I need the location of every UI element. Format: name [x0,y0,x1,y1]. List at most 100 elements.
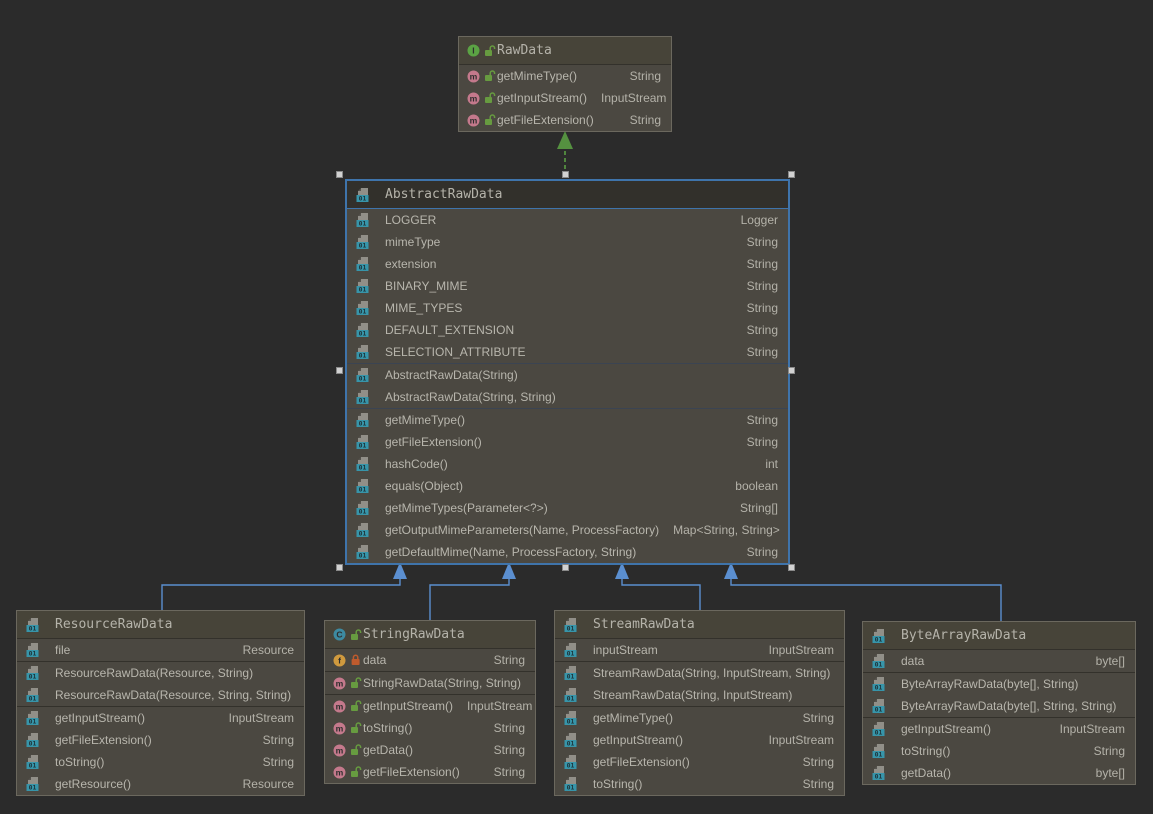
selection-handle[interactable] [562,171,569,178]
member-row[interactable]: mgetInputStream()InputStream [459,87,671,109]
member-row[interactable]: mgetFileExtension()String [325,761,535,783]
binary-member-icon: 01 [355,234,371,250]
member-type: String [616,113,661,127]
member-row[interactable]: 01getInputStream()InputStream [17,707,304,729]
class-title-bar[interactable]: IRawData [459,37,671,64]
member-row[interactable]: 01hashCode()int [347,453,788,475]
member-row[interactable]: 01toString()String [863,740,1135,762]
member-row[interactable]: 01BINARY_MIMEString [347,275,788,297]
member-row[interactable]: 01getOutputMimeParameters(Name, ProcessF… [347,519,788,541]
svg-text:01: 01 [359,286,367,294]
member-type: Resource [229,777,294,791]
member-row[interactable]: 01ResourceRawData(Resource, String) [17,662,304,684]
class-title-bar[interactable]: 01ByteArrayRawData [863,622,1135,649]
member-name: ResourceRawData(Resource, String) [55,666,253,680]
selection-handle[interactable] [788,564,795,571]
member-type: InputStream [453,699,532,713]
class-title-bar[interactable]: 01StreamRawData [555,611,844,638]
member-row[interactable]: 01getInputStream()InputStream [555,729,844,751]
public-lock-icon [350,700,362,712]
selection-handle[interactable] [788,171,795,178]
member-row[interactable]: 01AbstractRawData(String, String) [347,386,788,408]
class-node-rawdata[interactable]: IRawDatamgetMimeType()StringmgetInputStr… [458,36,672,132]
member-row[interactable]: mStringRawData(String, String) [325,672,535,694]
member-row[interactable]: 01AbstractRawData(String) [347,364,788,386]
member-type: String [480,721,525,735]
member-row[interactable]: mgetData()String [325,739,535,761]
member-row[interactable]: 01getFileExtension()String [347,431,788,453]
member-row[interactable]: 01fileResource [17,639,304,661]
selection-handle[interactable] [336,171,343,178]
member-row[interactable]: 01MIME_TYPESString [347,297,788,319]
member-name: mimeType [385,235,440,249]
member-type: String [733,279,778,293]
member-row[interactable]: 01getMimeType()String [555,707,844,729]
member-name: getDefaultMime(Name, ProcessFactory, Str… [385,545,636,559]
class-title-bar[interactable]: CStringRawData [325,621,535,648]
class-title-bar[interactable]: 01ResourceRawData [17,611,304,638]
member-row[interactable]: 01getMimeTypes(Parameter<?>)String[] [347,497,788,519]
diagram-canvas[interactable]: IRawDatamgetMimeType()StringmgetInputStr… [0,0,1153,814]
binary-member-icon: 01 [25,687,41,703]
member-row[interactable]: 01getData()byte[] [863,762,1135,784]
class-node-resourcerawdata[interactable]: 01ResourceRawData01fileResource01Resourc… [16,610,305,796]
binary-member-icon: 01 [563,732,579,748]
member-row[interactable]: 01equals(Object)boolean [347,475,788,497]
svg-text:01: 01 [567,784,575,792]
member-row[interactable]: 01getFileExtension()String [17,729,304,751]
class-title-bar[interactable]: 01AbstractRawData [347,181,788,208]
field-icon: f [333,654,346,667]
svg-text:01: 01 [875,635,883,643]
member-row[interactable]: 01ByteArrayRawData(byte[], String, Strin… [863,695,1135,717]
member-row[interactable]: mtoString()String [325,717,535,739]
member-row[interactable]: 01inputStreamInputStream [555,639,844,661]
selection-handle[interactable] [336,564,343,571]
member-row[interactable]: 01databyte[] [863,650,1135,672]
member-row[interactable]: 01toString()String [17,751,304,773]
member-row[interactable]: 01getInputStream()InputStream [863,718,1135,740]
member-name: equals(Object) [385,479,463,493]
member-row[interactable]: 01getFileExtension()String [555,751,844,773]
binary-member-icon: 01 [25,776,41,792]
extends-edge[interactable] [430,578,509,620]
member-row[interactable]: 01SELECTION_ATTRIBUTEString [347,341,788,363]
member-row[interactable]: 01LOGGERLogger [347,209,788,231]
class-node-abstractrawdata[interactable]: 01AbstractRawData01LOGGERLogger 01 mimeTyp… [345,179,790,565]
svg-text:m: m [470,71,478,81]
member-row[interactable]: 01StreamRawData(String, InputStream, Str… [555,662,844,684]
member-type: String [733,545,778,559]
binary-member-icon: 01 [871,721,887,737]
member-row[interactable]: 01ResourceRawData(Resource, String, Stri… [17,684,304,706]
member-row[interactable]: 01getMimeType()String [347,409,788,431]
member-row[interactable]: 01DEFAULT_EXTENSIONString [347,319,788,341]
member-type: Logger [727,213,778,227]
selection-handle[interactable] [788,367,795,374]
selection-handle[interactable] [562,564,569,571]
extends-edge[interactable] [162,578,400,610]
member-row[interactable]: mgetFileExtension()String [459,109,671,131]
class-node-streamrawdata[interactable]: 01StreamRawData01inputStreamInputStream0… [554,610,845,796]
member-row[interactable]: mgetMimeType()String [459,65,671,87]
member-row[interactable]: 01getDefaultMime(Name, ProcessFactory, S… [347,541,788,563]
member-row[interactable]: 01StreamRawData(String, InputStream) [555,684,844,706]
public-lock-icon [484,70,496,82]
member-type: boolean [721,479,778,493]
member-row[interactable]: 01mimeTypeString [347,231,788,253]
member-name: getInputStream() [901,722,991,736]
binary-member-icon: 01 [871,676,887,692]
member-row[interactable]: 01toString()String [555,773,844,795]
class-node-bytearrayrawdata[interactable]: 01ByteArrayRawData01databyte[]01ByteArra… [862,621,1136,785]
class-node-stringrawdata[interactable]: CStringRawDatafdataStringmStringRawData(… [324,620,536,784]
svg-text:01: 01 [359,194,367,202]
member-row[interactable]: 01getResource()Resource [17,773,304,795]
binary-member-icon: 01 [563,754,579,770]
member-row[interactable]: fdataString [325,649,535,671]
svg-text:01: 01 [359,352,367,360]
member-name: getOutputMimeParameters(Name, ProcessFac… [385,523,659,537]
member-row[interactable]: mgetInputStream()InputStream [325,695,535,717]
member-row[interactable]: 01extensionString [347,253,788,275]
selection-handle[interactable] [336,367,343,374]
extends-edge[interactable] [622,578,700,610]
method-icon: m [467,114,480,127]
member-row[interactable]: 01ByteArrayRawData(byte[], String) [863,673,1135,695]
